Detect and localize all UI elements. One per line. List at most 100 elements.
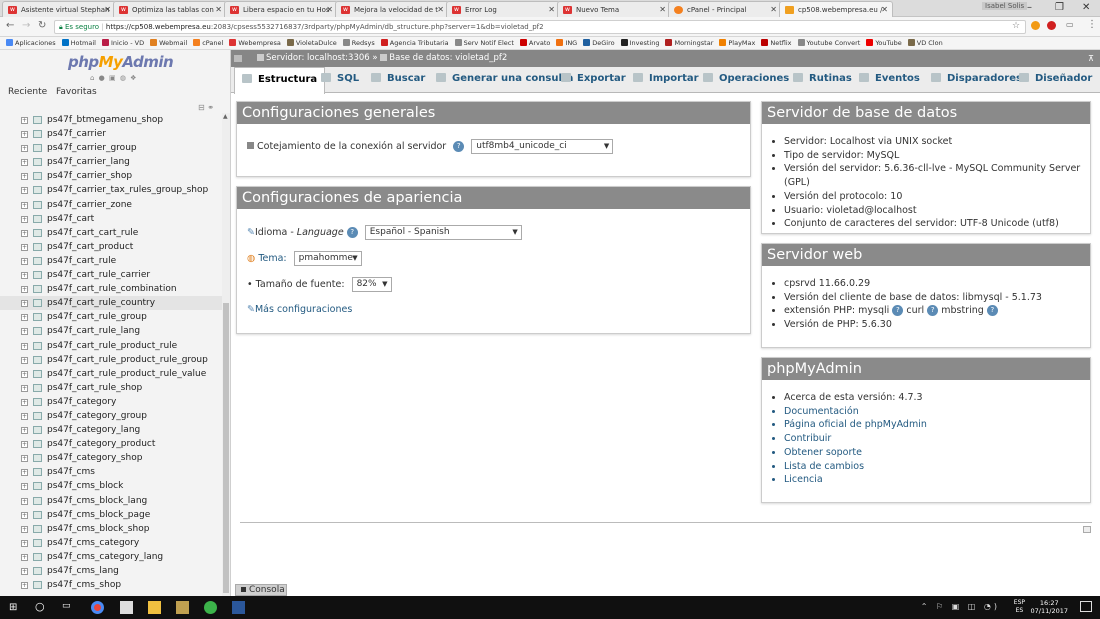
table-name[interactable]: ps47f_carrier_lang: [47, 157, 130, 167]
table-row[interactable]: + ps47f_cms_lang: [0, 564, 222, 578]
table-row[interactable]: + ps47f_cart_rule: [0, 254, 222, 268]
expand-icon[interactable]: +: [21, 553, 28, 561]
expand-icon[interactable]: +: [21, 201, 28, 209]
browser-tab[interactable]: w Asistente virtual Stephan ✕: [2, 1, 116, 17]
star-icon[interactable]: ☆: [1012, 21, 1020, 31]
expand-icon[interactable]: +: [21, 384, 28, 392]
collation-select[interactable]: utf8mb4_unicode_ci ▼: [471, 139, 614, 154]
table-icon[interactable]: [33, 468, 42, 477]
browser-tab[interactable]: w Error Log ✕: [446, 1, 560, 17]
tab-operaciones[interactable]: Operaciones: [703, 73, 789, 84]
table-row[interactable]: + ps47f_carrier: [0, 127, 222, 141]
expand-icon[interactable]: +: [21, 356, 28, 364]
close-tab-icon[interactable]: ✕: [881, 5, 888, 14]
table-icon[interactable]: [33, 172, 42, 181]
tab-disparadores[interactable]: Disparadores: [931, 73, 1022, 84]
expand-icon[interactable]: +: [21, 173, 28, 181]
whatsapp-icon[interactable]: [204, 601, 217, 614]
bookmark-item[interactable]: Hotmail: [61, 39, 96, 47]
expand-icon[interactable]: +: [21, 455, 28, 463]
table-icon[interactable]: [33, 341, 42, 350]
table-icon[interactable]: [33, 552, 42, 561]
expand-icon[interactable]: +: [21, 117, 28, 124]
close-tab-icon[interactable]: ✕: [104, 5, 111, 14]
expand-icon[interactable]: +: [21, 539, 28, 547]
expand-icon[interactable]: +: [21, 497, 28, 505]
bookmark-item[interactable]: VioletaDulce: [286, 39, 337, 47]
table-icon[interactable]: [33, 299, 42, 308]
table-icon[interactable]: [33, 327, 42, 336]
minimize-button[interactable]: –: [1027, 2, 1032, 13]
close-tab-icon[interactable]: ✕: [548, 5, 555, 14]
table-icon[interactable]: [33, 158, 42, 167]
scrollbar-thumb[interactable]: [223, 303, 229, 593]
close-window-button[interactable]: ✕: [1082, 2, 1090, 13]
table-row[interactable]: + ps47f_cms_category: [0, 536, 222, 550]
expand-icon[interactable]: +: [21, 412, 28, 420]
table-row[interactable]: + ps47f_cms_shop: [0, 578, 222, 592]
expand-icon[interactable]: +: [21, 582, 28, 590]
help-icon[interactable]: ?: [346, 227, 358, 238]
bookmark-item[interactable]: YouTube: [866, 39, 902, 47]
table-name[interactable]: ps47f_cart_rule_combination: [47, 284, 177, 294]
bookmark-item[interactable]: Youtube Convert: [797, 39, 860, 47]
table-row[interactable]: + ps47f_cart_rule_group: [0, 310, 222, 324]
tab-sql[interactable]: SQL: [321, 73, 359, 84]
menu-icon[interactable]: ⋮: [1087, 19, 1097, 30]
table-name[interactable]: ps47f_carrier_group: [47, 143, 137, 153]
table-row[interactable]: + ps47f_category_lang: [0, 423, 222, 437]
table-icon[interactable]: [33, 426, 42, 435]
expand-icon[interactable]: +: [21, 257, 28, 265]
table-icon[interactable]: [33, 510, 42, 519]
table-row[interactable]: + ps47f_cart_product: [0, 240, 222, 254]
forward-icon[interactable]: →: [22, 20, 30, 31]
expand-icon[interactable]: +: [21, 145, 28, 153]
table-name[interactable]: ps47f_category: [47, 397, 116, 407]
expand-icon[interactable]: +: [21, 229, 28, 237]
table-icon[interactable]: [33, 130, 42, 139]
tab-favorites[interactable]: Favoritas: [56, 87, 97, 97]
table-icon[interactable]: [33, 200, 42, 209]
table-row[interactable]: + ps47f_cart_rule_shop: [0, 381, 222, 395]
expand-icon[interactable]: ⊼: [1088, 50, 1094, 67]
bookmark-item[interactable]: cPanel: [193, 39, 223, 47]
page-settings-icon[interactable]: [1083, 526, 1091, 533]
table-name[interactable]: ps47f_cms_shop: [47, 580, 121, 590]
cast-icon[interactable]: ▭: [1066, 20, 1074, 29]
table-icon[interactable]: [33, 228, 42, 237]
close-tab-icon[interactable]: ✕: [326, 5, 333, 14]
table-name[interactable]: ps47f_cart_product: [47, 242, 133, 252]
chrome-icon[interactable]: [91, 601, 104, 614]
table-name[interactable]: ps47f_cart_rule_shop: [47, 383, 142, 393]
pma-link[interactable]: Obtener soporte: [784, 446, 927, 460]
table-icon[interactable]: [33, 567, 42, 575]
table-icon[interactable]: [33, 144, 42, 153]
table-row[interactable]: + ps47f_cms_block_lang: [0, 494, 222, 508]
phpmyadmin-logo[interactable]: phpMyAdmin: [68, 53, 174, 71]
console-toggle[interactable]: Consola: [235, 584, 287, 596]
pma-link[interactable]: Licencia: [784, 473, 927, 487]
expand-icon[interactable]: +: [21, 131, 28, 139]
expand-icon[interactable]: +: [21, 187, 28, 195]
bookmark-item[interactable]: Webempresa: [229, 39, 281, 47]
help-icon[interactable]: ?: [986, 305, 998, 317]
table-row[interactable]: + ps47f_carrier_group: [0, 141, 222, 155]
table-name[interactable]: ps47f_cms_category: [47, 538, 139, 548]
table-name[interactable]: ps47f_cart_rule_product_rule_group: [47, 355, 208, 365]
table-row[interactable]: + ps47f_cart: [0, 212, 222, 226]
expand-icon[interactable]: +: [21, 525, 28, 533]
tab-buscar[interactable]: Buscar: [371, 73, 425, 84]
table-row[interactable]: + ps47f_carrier_shop: [0, 169, 222, 183]
table-icon[interactable]: [33, 581, 42, 590]
bookmark-item[interactable]: VD Clon: [907, 39, 943, 47]
bookmark-item[interactable]: PlayMax: [719, 39, 755, 47]
table-icon[interactable]: [33, 116, 42, 124]
table-name[interactable]: ps47f_cms: [47, 467, 95, 477]
help-icon[interactable]: ?: [892, 305, 904, 317]
tab-recent[interactable]: Reciente: [8, 87, 47, 97]
mail-icon[interactable]: [120, 601, 133, 614]
bookmark-item[interactable]: Redsys: [342, 39, 375, 47]
table-icon[interactable]: [33, 186, 42, 195]
table-name[interactable]: ps47f_btmegamenu_shop: [47, 115, 163, 125]
expand-icon[interactable]: +: [21, 314, 28, 322]
